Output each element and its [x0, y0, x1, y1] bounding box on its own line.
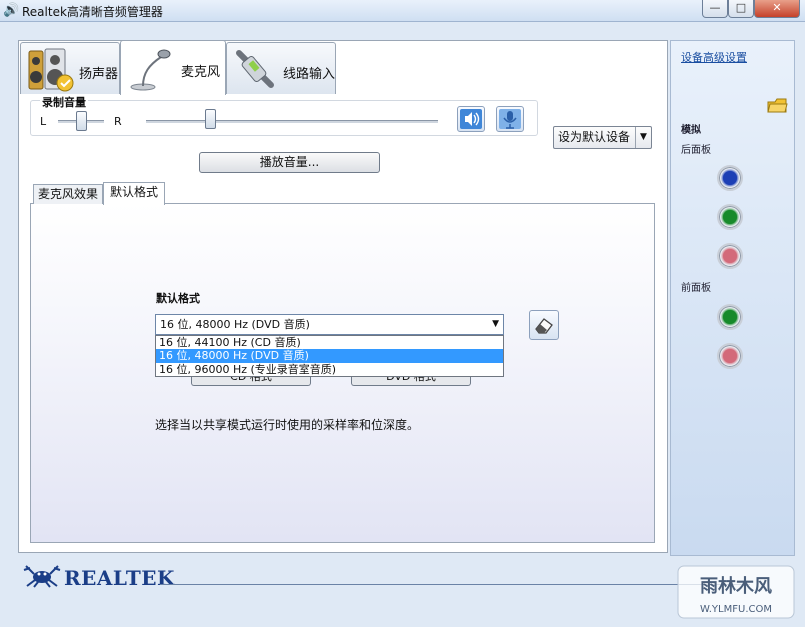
default-format-title: 默认格式 — [156, 292, 200, 305]
mute-button[interactable] — [457, 106, 485, 132]
tab-line-in[interactable]: 线路输入 — [226, 42, 336, 94]
advanced-settings-link[interactable]: 设备高级设置 — [681, 49, 747, 65]
jack-icon — [723, 310, 737, 324]
back-jack-pink[interactable] — [717, 243, 743, 269]
title-bar: 🔊 Realtek高清晰音频管理器 — □ ✕ — [0, 0, 805, 22]
watermark-url: W.YLMFU.COM — [700, 604, 772, 615]
speaker-icon — [28, 48, 74, 92]
reset-format-button[interactable] — [529, 310, 559, 340]
mic-boost-button[interactable] — [496, 106, 524, 132]
analog-label: 模拟 — [681, 125, 701, 136]
tab-microphone-label: 麦克风 — [181, 65, 221, 80]
set-default-device-dropdown[interactable]: 设为默认设备 ▼ — [553, 126, 652, 149]
minimize-button[interactable]: — — [702, 0, 728, 18]
balance-slider-thumb[interactable] — [76, 111, 87, 131]
format-dropdown-list: 16 位, 44100 Hz (CD 音质) 16 位, 48000 Hz (D… — [155, 335, 504, 377]
chevron-down-icon: ▼ — [492, 319, 499, 329]
line-in-icon — [236, 50, 274, 88]
tab-speaker[interactable]: 扬声器 — [20, 42, 120, 94]
volume-slider-track[interactable] — [146, 120, 438, 123]
tab-speaker-label: 扬声器 — [79, 67, 119, 82]
front-panel-label: 前面板 — [681, 283, 711, 294]
microphone-boost-icon — [499, 109, 521, 129]
watermark-text: 雨林木风 — [700, 575, 772, 597]
chevron-down-icon: ▼ — [635, 127, 651, 148]
folder-icon[interactable] — [766, 97, 788, 115]
format-option[interactable]: 16 位, 96000 Hz (专业录音室音质) — [156, 363, 503, 376]
eraser-icon — [535, 318, 553, 334]
jack-icon — [723, 171, 737, 185]
format-option[interactable]: 16 位, 48000 Hz (DVD 音质) — [156, 349, 503, 363]
tab-microphone[interactable]: 麦克风 — [120, 40, 226, 95]
maximize-button[interactable]: □ — [728, 0, 754, 18]
speaker-app-icon: 🔊 — [3, 3, 20, 18]
footer-divider — [160, 584, 750, 585]
back-panel-label: 后面板 — [681, 145, 711, 156]
tab-microphone-effects[interactable]: 麦克风效果 — [33, 184, 103, 204]
close-button[interactable]: ✕ — [754, 0, 800, 18]
back-jack-green[interactable] — [717, 204, 743, 230]
front-jack-pink[interactable] — [717, 343, 743, 369]
front-jack-green[interactable] — [717, 304, 743, 330]
microphone-icon — [130, 49, 171, 91]
back-jack-blue[interactable] — [717, 165, 743, 191]
jack-icon — [723, 210, 737, 224]
jack-icon — [723, 249, 737, 263]
window-title: Realtek高清晰音频管理器 — [22, 5, 163, 19]
format-select-value: 16 位, 48000 Hz (DVD 音质) — [160, 318, 310, 331]
tab-default-format[interactable]: 默认格式 — [103, 182, 165, 205]
record-volume-label: 录制音量 — [40, 94, 88, 110]
site-watermark: 雨林木风 W.YLMFU.COM — [670, 562, 800, 622]
realtek-crab-logo — [23, 565, 61, 588]
format-description: 选择当以共享模式运行时使用的采样率和位深度。 — [155, 418, 420, 432]
speaker-volume-icon — [460, 109, 482, 129]
format-option[interactable]: 16 位, 44100 Hz (CD 音质) — [156, 336, 503, 349]
format-select[interactable]: 16 位, 48000 Hz (DVD 音质) ▼ — [155, 314, 504, 335]
balance-right-label: R — [114, 115, 122, 128]
jack-icon — [723, 349, 737, 363]
balance-left-label: L — [40, 115, 47, 128]
playback-volume-button[interactable]: 播放音量... — [199, 152, 380, 173]
set-default-device-label: 设为默认设备 — [558, 130, 631, 144]
volume-slider-thumb[interactable] — [205, 109, 217, 129]
tab-line-in-label: 线路输入 — [283, 67, 336, 82]
realtek-brand: REALTEK — [64, 566, 175, 590]
connector-panel — [670, 40, 795, 556]
